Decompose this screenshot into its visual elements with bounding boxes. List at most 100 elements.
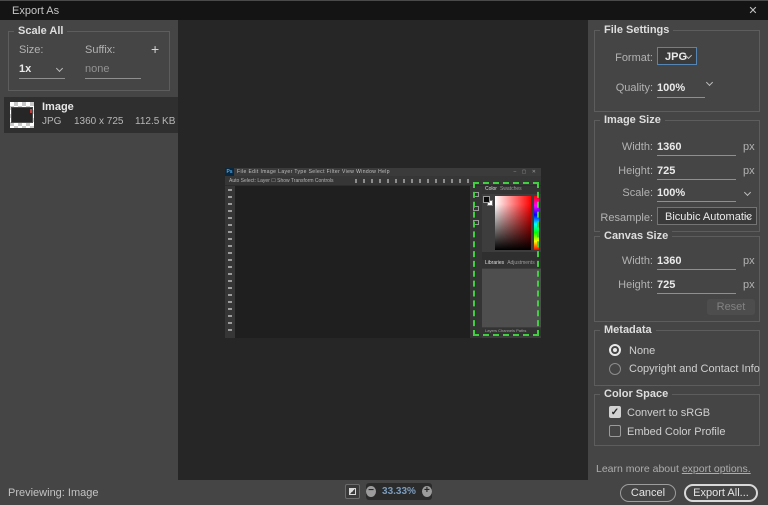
cancel-button[interactable]: Cancel (620, 484, 676, 502)
convert-srgb-label: Convert to sRGB (627, 407, 711, 419)
format-label: Format: (615, 52, 653, 64)
fit-view-button[interactable] (345, 484, 360, 499)
photoshop-logo-icon: Ps (225, 168, 234, 176)
embed-profile-label: Embed Color Profile (627, 426, 726, 438)
image-name: Image (42, 101, 74, 113)
file-settings-group: File Settings Format: JPG Quality: 100% (594, 24, 760, 112)
resample-select[interactable]: Bicubic Automatic (657, 207, 757, 225)
quality-select[interactable]: 100% (657, 82, 685, 94)
color-space-heading: Color Space (600, 388, 673, 400)
scale-list-panel: Scale All Size: Suffix: + 1x none Image … (0, 20, 178, 480)
suffix-underline (85, 78, 141, 79)
canvas-size-heading: Canvas Size (600, 230, 673, 242)
settings-panel: File Settings Format: JPG Quality: 100% … (588, 20, 768, 480)
image-size-group: Image Size Width: 1360 px Height: 725 px… (594, 114, 760, 232)
zoom-out-button[interactable]: − (366, 486, 377, 497)
image-dimensions: 1360 x 725 (74, 116, 124, 127)
suffix-input[interactable]: none (85, 63, 109, 75)
preview-color-tabs: Color Swatches (482, 186, 541, 194)
chevron-down-icon (705, 78, 714, 87)
dialog-footer: Previewing: Image − 33.33% + Cancel Expo… (0, 480, 768, 505)
height-input[interactable]: 725 (657, 165, 675, 177)
preview-menu-items: File Edit Image Layer Type Select Filter… (237, 169, 390, 175)
file-settings-heading: File Settings (600, 24, 674, 36)
learn-more-text: Learn more about export options. (596, 463, 751, 475)
preview-options-icons (355, 179, 475, 183)
width-label: Width: (621, 141, 653, 153)
color-space-group: Color Space ✓ Convert to sRGB Embed Colo… (594, 388, 760, 446)
scale-all-heading: Scale All (14, 25, 68, 37)
size-select[interactable]: 1x (19, 63, 31, 75)
canvas-height-unit: px (743, 279, 755, 291)
foreground-background-swatches (483, 196, 494, 207)
export-options-link[interactable]: export options. (682, 463, 751, 475)
panel-divider (482, 252, 541, 260)
preview-tool-icons (228, 189, 232, 335)
preview-collapsed-panel-icons (470, 186, 482, 338)
preview-libraries-panel (482, 269, 541, 327)
canvas-width-label: Width: (621, 255, 653, 267)
thumbnail-red-detail (30, 109, 32, 113)
size-label: Size: (19, 44, 44, 56)
preview-panel-column: Color Swatches Libraries Adjustments Lay… (482, 186, 541, 338)
add-scale-button[interactable]: + (151, 42, 159, 56)
preview-image: Ps File Edit Image Layer Type Select Fil… (225, 168, 541, 338)
preview-color-panel (482, 194, 541, 252)
suffix-label: Suffix: (85, 44, 116, 56)
fit-view-icon (349, 488, 356, 495)
color-gradient-square (495, 196, 531, 250)
convert-srgb-checkbox[interactable]: ✓ (609, 406, 621, 418)
format-select[interactable]: JPG (657, 47, 697, 65)
preview-libraries-tabs: Libraries Adjustments (482, 260, 541, 268)
chevron-down-icon (55, 64, 64, 73)
quality-underline (657, 97, 705, 98)
zoom-controls: − 33.33% + (366, 483, 432, 500)
hue-strip (534, 196, 539, 250)
preview-options-bar: Auto Select: Layer ☐ Show Transform Cont… (225, 176, 541, 186)
width-unit: px (743, 141, 755, 153)
preview-menu-bar: Ps File Edit Image Layer Type Select Fil… (225, 168, 541, 176)
preview-canvas (235, 186, 470, 338)
image-thumbnail (10, 102, 34, 128)
scale-select[interactable]: 100% (657, 187, 685, 199)
preview-window-controls: – ▢ ✕ (513, 169, 538, 175)
resample-label: Resample: (600, 212, 653, 224)
dialog-title: Export As (12, 5, 60, 17)
preview-right-panels: Color Swatches Libraries Adjustments Lay… (470, 186, 541, 338)
metadata-none-radio[interactable] (609, 344, 621, 356)
image-size-heading: Image Size (600, 114, 665, 126)
metadata-none-label: None (629, 345, 656, 357)
metadata-heading: Metadata (600, 324, 656, 336)
dialog-titlebar: Export As ✕ (0, 0, 768, 20)
size-underline (19, 78, 65, 79)
metadata-copyright-label: Copyright and Contact Info (629, 363, 760, 375)
export-all-button[interactable]: Export All... (684, 484, 758, 502)
height-unit: px (743, 165, 755, 177)
canvas-height-input[interactable]: 725 (657, 279, 675, 291)
reset-button[interactable]: Reset (707, 299, 755, 315)
canvas-width-unit: px (743, 255, 755, 267)
embed-profile-checkbox[interactable] (609, 425, 621, 437)
canvas-size-group: Canvas Size Width: 1360 px Height: 725 p… (594, 230, 760, 322)
metadata-copyright-radio[interactable] (609, 363, 621, 375)
close-icon[interactable]: ✕ (744, 3, 762, 19)
scale-all-group: Scale All Size: Suffix: + 1x none (8, 25, 170, 91)
export-image-list-item[interactable]: Image JPG 1360 x 725 112.5 KB (4, 97, 178, 133)
preview-options-text: Auto Select: Layer ☐ Show Transform Cont… (229, 178, 334, 184)
zoom-in-button[interactable]: + (421, 486, 432, 497)
chevron-down-icon (743, 188, 752, 197)
preview-tool-bar (225, 186, 235, 338)
image-file-size: 112.5 KB (135, 116, 176, 127)
canvas-height-label: Height: (618, 279, 653, 291)
export-as-dialog: Export As ✕ Scale All Size: Suffix: + 1x… (0, 0, 768, 505)
zoom-level: 33.33% (382, 486, 416, 497)
metadata-group: Metadata None Copyright and Contact Info (594, 324, 760, 386)
scale-label: Scale: (622, 187, 653, 199)
preview-layers-tabs: Layers Channels Paths (482, 328, 541, 336)
previewing-status: Previewing: Image (8, 487, 99, 499)
canvas-width-input[interactable]: 1360 (657, 255, 681, 267)
image-format: JPG (42, 116, 62, 127)
width-input[interactable]: 1360 (657, 141, 681, 153)
height-label: Height: (618, 165, 653, 177)
preview-pane[interactable]: Ps File Edit Image Layer Type Select Fil… (178, 20, 588, 480)
